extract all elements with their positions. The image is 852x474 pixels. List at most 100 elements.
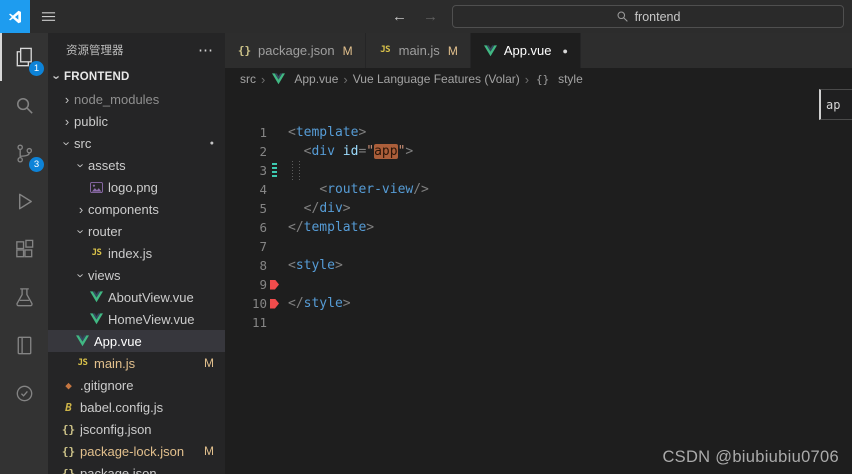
breadcrumb-item-src[interactable]: src — [240, 72, 256, 86]
line-number: 5 — [225, 199, 267, 218]
code-line[interactable]: 10</style> — [225, 294, 852, 313]
tree-item-AboutView.vue[interactable]: AboutView.vue — [48, 286, 225, 308]
file-label: views — [88, 268, 121, 283]
root-folder-header[interactable]: › FRONTEND — [48, 66, 225, 88]
breadcrumb-item-style[interactable]: {}style — [534, 72, 583, 86]
tree-item-views[interactable]: ›views — [48, 264, 225, 286]
code-line[interactable]: 11 — [225, 313, 852, 332]
search-box[interactable]: frontend — [452, 5, 844, 28]
code-line[interactable]: 9 — [225, 275, 852, 294]
check-circle-icon — [13, 382, 36, 405]
file-label: .gitignore — [80, 378, 133, 393]
search-icon — [13, 94, 36, 117]
braces-icon: {} — [534, 74, 551, 85]
file-label: index.js — [108, 246, 152, 261]
testing-button[interactable] — [0, 273, 48, 321]
braces-icon: {} — [237, 45, 252, 56]
search-icon — [616, 10, 629, 23]
tree-item-main.js[interactable]: JSmain.jsM — [48, 352, 225, 374]
code-line[interactable]: 6</template> — [225, 218, 852, 237]
tab-main.js[interactable]: JSmain.jsM — [366, 33, 471, 68]
watermark: CSDN @biubiubiu0706 — [662, 448, 839, 467]
code-token — [288, 144, 304, 159]
breadcrumb: src›App.vue›Vue Language Features (Volar… — [225, 68, 852, 90]
tree-item-package-lock.json[interactable]: {}package-lock.jsonM — [48, 440, 225, 462]
tree-item-package.json[interactable]: {}package.json — [48, 462, 225, 474]
tree-item-logo.png[interactable]: logo.png — [48, 176, 225, 198]
js-icon: JS — [88, 249, 105, 258]
git-status-badge: M — [204, 356, 214, 370]
sidebar-title: 资源管理器 — [66, 42, 124, 58]
code-token: template — [304, 220, 367, 235]
gutter-spacer — [267, 180, 282, 199]
code-editor[interactable]: 1<template>2 <div id="app">34 <router-vi… — [225, 90, 852, 474]
line-number: 3 — [225, 161, 267, 180]
file-label: App.vue — [94, 334, 142, 349]
overlay-widget[interactable]: ap — [819, 89, 852, 120]
file-label: HomeView.vue — [108, 312, 194, 327]
code-line[interactable]: 1<template> — [225, 123, 852, 142]
notebook-button[interactable] — [0, 321, 48, 369]
extensions-button[interactable] — [0, 225, 48, 273]
code-line[interactable]: 3 — [225, 161, 852, 180]
code-line[interactable]: 4 <router-view/> — [225, 180, 852, 199]
check-circle-button[interactable] — [0, 369, 48, 417]
file-label: router — [88, 224, 122, 239]
search-button[interactable] — [0, 81, 48, 129]
explorer-button[interactable]: 1 — [0, 33, 48, 81]
tree-item-assets[interactable]: ›assets — [48, 154, 225, 176]
file-label: package-lock.json — [80, 444, 184, 459]
tree-item-src[interactable]: ›src● — [48, 132, 225, 154]
activity-bar: 13 — [0, 33, 48, 474]
code-token — [288, 182, 319, 197]
code-token: > — [405, 144, 413, 159]
code-token: > — [335, 258, 343, 273]
tree-item-components[interactable]: ›components — [48, 198, 225, 220]
code-text: <template> — [288, 123, 366, 142]
gutter-spacer — [267, 199, 282, 218]
code-line[interactable]: 2 <div id="app"> — [225, 142, 852, 161]
vue-icon — [270, 73, 287, 85]
tree-item-router[interactable]: ›router — [48, 220, 225, 242]
code-line[interactable]: 7 — [225, 237, 852, 256]
file-label: components — [88, 202, 159, 217]
menu-icon[interactable] — [30, 0, 66, 33]
file-tree: ›node_modules›public›src●›assetslogo.png… — [48, 88, 225, 474]
breadcrumb-item-App.vue[interactable]: App.vue — [270, 72, 338, 86]
chevron-down-icon: › — [75, 158, 88, 172]
braces-icon: {} — [60, 424, 77, 435]
forward-arrow[interactable]: → — [423, 8, 438, 25]
code-text — [288, 161, 304, 180]
title-bar: ← → frontend — [0, 0, 852, 33]
tab-label: main.js — [399, 43, 440, 58]
breadcrumb-label: Vue Language Features (Volar) — [353, 72, 520, 86]
tab-App.vue[interactable]: App.vue● — [471, 33, 581, 68]
tree-item-HomeView.vue[interactable]: HomeView.vue — [48, 308, 225, 330]
gutter-spacer — [267, 142, 282, 161]
code-line[interactable]: 5 </div> — [225, 199, 852, 218]
back-arrow[interactable]: ← — [392, 8, 407, 25]
breadcrumb-item-Vue Language Features (Volar)[interactable]: Vue Language Features (Volar) — [353, 72, 520, 86]
file-label: package.json — [80, 466, 157, 474]
tree-item-public[interactable]: ›public — [48, 110, 225, 132]
vue-icon — [88, 291, 105, 303]
tree-item-index.js[interactable]: JSindex.js — [48, 242, 225, 264]
tree-item-App.vue[interactable]: App.vue — [48, 330, 225, 352]
image-icon — [88, 182, 105, 193]
code-line[interactable]: 8<style> — [225, 256, 852, 275]
tab-package.json[interactable]: {}package.jsonM — [225, 33, 366, 68]
tree-item-node_modules[interactable]: ›node_modules — [48, 88, 225, 110]
code-token: div — [311, 144, 334, 159]
run-debug-button[interactable] — [0, 177, 48, 225]
chevron-right-icon: › — [74, 203, 88, 216]
indent-guide — [288, 161, 304, 180]
tree-item-jsconfig.json[interactable]: {}jsconfig.json — [48, 418, 225, 440]
tree-item-babel.config.js[interactable]: Bbabel.config.js — [48, 396, 225, 418]
more-actions-icon[interactable]: ⋯ — [198, 41, 213, 59]
source-control-button[interactable]: 3 — [0, 129, 48, 177]
overlay-text: ap — [826, 98, 840, 112]
code-token — [335, 144, 343, 159]
code-text: <div id="app"> — [288, 142, 413, 161]
dirty-dot[interactable]: ● — [563, 46, 568, 56]
tree-item-.gitignore[interactable]: ◆.gitignore — [48, 374, 225, 396]
